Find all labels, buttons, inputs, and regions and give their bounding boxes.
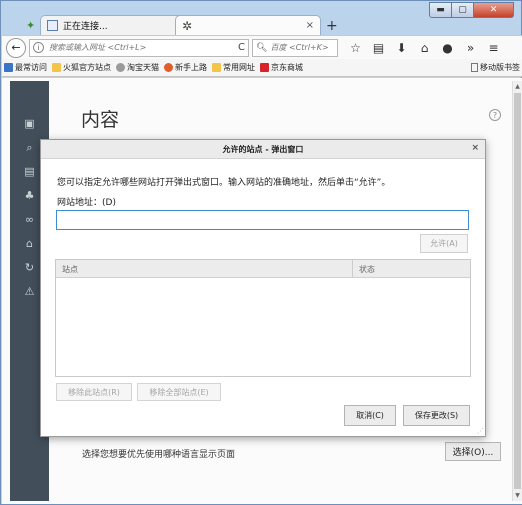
address-label: 网站地址：(D) — [57, 198, 116, 208]
firefox-icon — [164, 63, 173, 72]
general-icon[interactable]: ▣ — [10, 117, 49, 130]
site-address-input[interactable] — [56, 210, 469, 230]
info-icon[interactable]: i — [33, 42, 44, 53]
gear-icon: ✲ — [182, 18, 193, 33]
bookmark-getting-started[interactable]: 新手上路 — [164, 62, 207, 73]
jd-icon — [260, 63, 269, 72]
save-changes-button[interactable]: 保存更改(S) — [403, 405, 470, 426]
browser-window: ▬ ▢ ✕ ✦ 正在连接... ✲ × + ← i C 🔍︎ ☆ ▤ ⬇ — [0, 0, 522, 505]
search-bar[interactable]: 🔍︎ — [252, 38, 370, 57]
language-description: 选择您想要优先使用哪种语言显示页面 — [82, 450, 236, 460]
dialog-close-icon[interactable]: × — [471, 143, 479, 153]
bookmarks-toolbar: 最常访问 火狐官方站点 淘宝天猫 新手上路 常用网址 京东商城 移动版书签 — [2, 59, 522, 77]
chat-icon[interactable]: ● — [436, 41, 459, 55]
allow-button[interactable]: 允许(A) — [420, 234, 468, 253]
reading-list-icon[interactable]: ▤ — [367, 41, 390, 55]
dialog-header: 允许的站点 - 弹出窗口 × — [41, 140, 485, 159]
toolbar-icons: ☆ ▤ ⬇ ⌂ ● » ≡ — [344, 41, 505, 55]
star-icon[interactable]: ☆ — [344, 41, 367, 55]
page-scrollbar[interactable]: ▲ ▼ — [512, 81, 522, 501]
column-site[interactable]: 站点 — [56, 260, 353, 277]
tab-options[interactable]: ✲ × — [175, 15, 321, 35]
tab-strip: ✦ 正在连接... ✲ × + — [2, 9, 522, 35]
home-icon[interactable]: ⌂ — [413, 41, 436, 55]
back-button[interactable]: ← — [6, 37, 26, 58]
help-icon[interactable]: ? — [489, 109, 501, 121]
overflow-icon[interactable]: » — [459, 41, 482, 55]
cancel-button[interactable]: 取消(C) — [344, 405, 396, 426]
menu-icon[interactable]: ≡ — [482, 41, 505, 55]
sites-table[interactable]: 站点 状态 — [55, 259, 471, 377]
tab-close-icon[interactable]: × — [306, 20, 314, 31]
bookmark-icon — [4, 63, 13, 72]
firefox-logo-icon: ✦ — [26, 19, 36, 32]
dialog-description: 您可以指定允许哪些网站打开弹出式窗口。输入网站的准确地址，然后单击“允许”。 — [57, 178, 391, 188]
url-bar[interactable]: i C — [29, 38, 249, 57]
page-icon — [47, 20, 58, 31]
column-status[interactable]: 状态 — [353, 260, 470, 277]
bookmark-most-visited[interactable]: 最常访问 — [4, 62, 47, 73]
resize-grip-icon[interactable]: ⋰ — [477, 427, 484, 435]
mobile-bookmarks[interactable]: 移动版书签 — [471, 62, 520, 73]
download-icon[interactable]: ⬇ — [390, 41, 413, 55]
navigation-bar: ← i C 🔍︎ ☆ ▤ ⬇ ⌂ ● » ≡ — [2, 35, 522, 59]
globe-icon — [116, 63, 125, 72]
bookmark-jd[interactable]: 京东商城 — [260, 62, 303, 73]
reload-button[interactable]: C — [238, 42, 245, 53]
choose-language-button[interactable]: 选择(O)... — [445, 442, 501, 461]
mobile-icon — [471, 63, 478, 72]
bookmark-firefox-site[interactable]: 火狐官方站点 — [52, 62, 111, 73]
scroll-up-icon[interactable]: ▲ — [513, 83, 522, 90]
table-header: 站点 状态 — [56, 260, 470, 278]
search-icon: 🔍︎ — [256, 42, 268, 53]
bookmark-taobao[interactable]: 淘宝天猫 — [116, 62, 159, 73]
allowed-sites-dialog: 允许的站点 - 弹出窗口 × 您可以指定允许哪些网站打开弹出式窗口。输入网站的准… — [40, 139, 486, 437]
new-tab-button[interactable]: + — [326, 18, 338, 34]
remove-site-button[interactable]: 移除此站点(R) — [56, 383, 132, 401]
scrollbar-thumb[interactable] — [514, 93, 521, 489]
folder-icon — [212, 63, 221, 72]
url-input[interactable] — [49, 43, 239, 52]
scroll-down-icon[interactable]: ▼ — [513, 492, 522, 499]
page-title: 内容 — [81, 109, 120, 131]
remove-all-sites-button[interactable]: 移除全部站点(E) — [137, 383, 221, 401]
bookmark-common-sites[interactable]: 常用网址 — [212, 62, 255, 73]
folder-icon — [52, 63, 61, 72]
dialog-title: 允许的站点 - 弹出窗口 — [222, 144, 304, 154]
